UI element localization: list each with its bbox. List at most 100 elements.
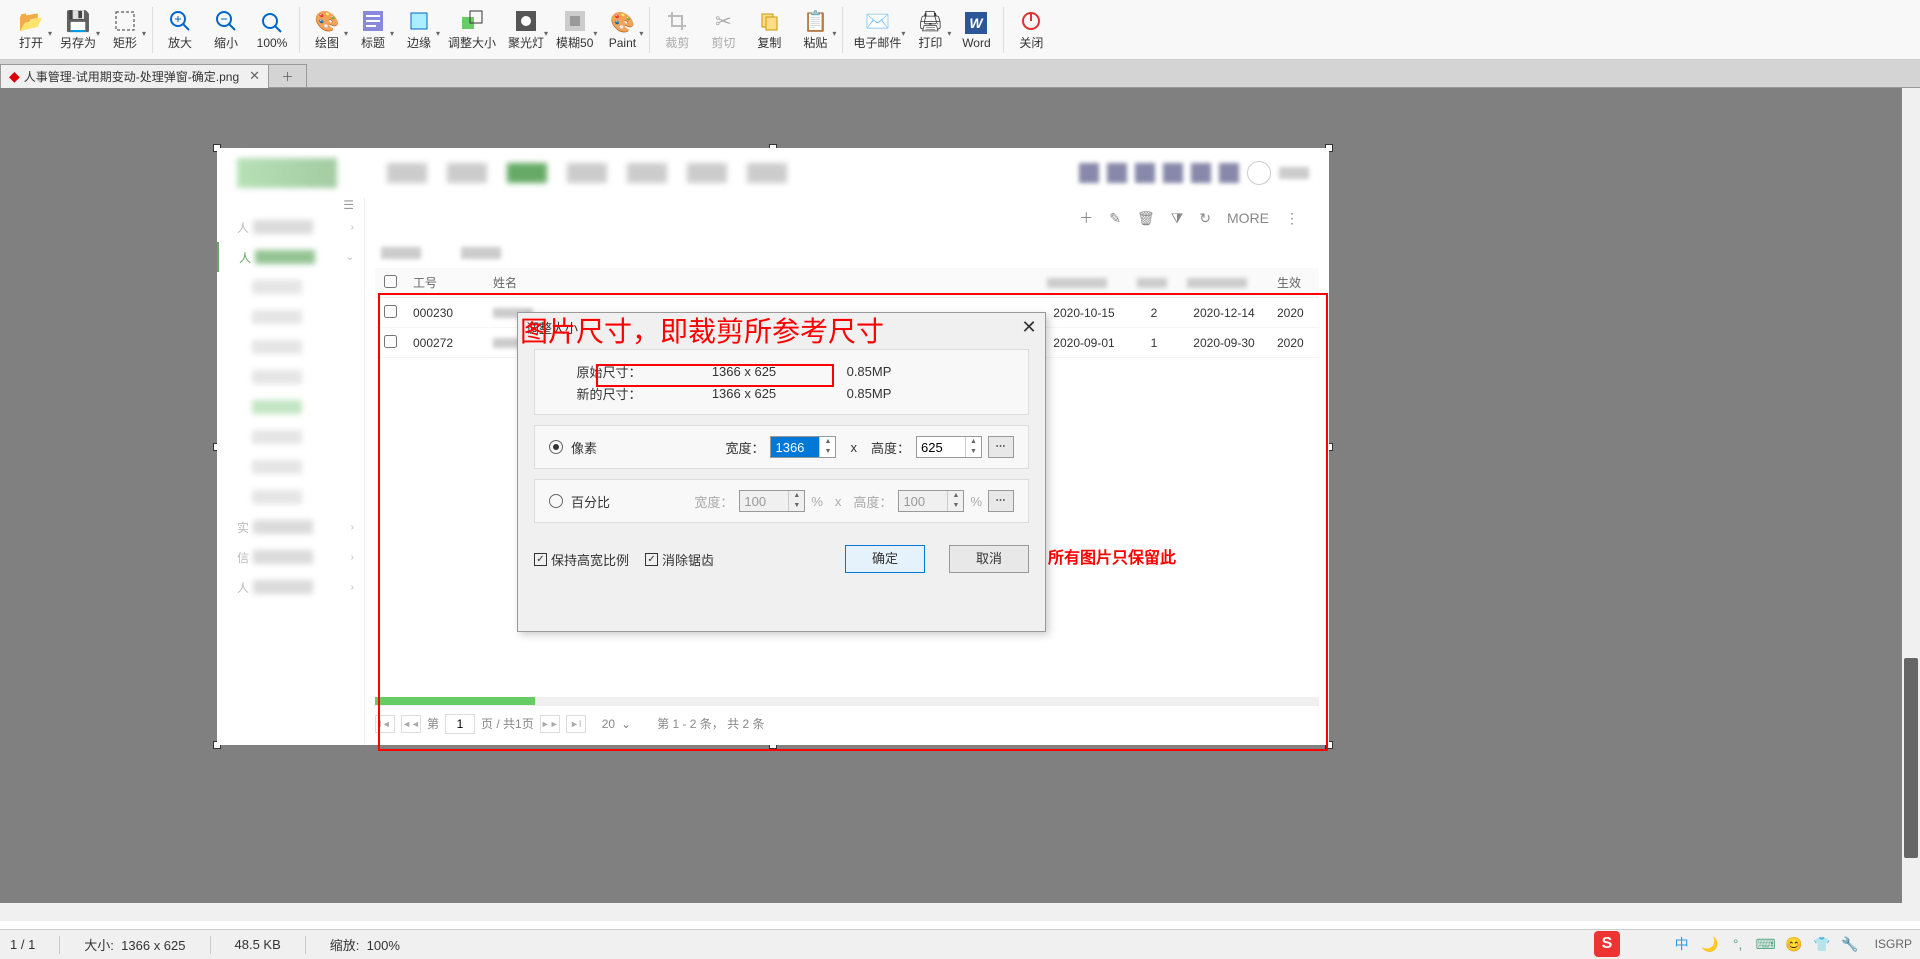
sidebar-item[interactable] xyxy=(217,422,364,452)
paste-button[interactable]: 📋粘贴▾ xyxy=(792,2,838,58)
width-pct-input: ▲▼ xyxy=(739,490,805,512)
table-header: 工号 姓名 生效 xyxy=(375,268,1319,298)
horizontal-scrollbar[interactable] xyxy=(0,903,1902,921)
status-bar: 1 / 1 大小: 1366 x 625 48.5 KB 缩放: 100% xyxy=(0,929,1920,959)
annotation-text-2: 所有图片只保留此 xyxy=(1048,544,1176,568)
keep-ratio-checkbox[interactable]: ✓保持高宽比例 xyxy=(534,550,629,569)
word-button[interactable]: WWord xyxy=(953,2,999,58)
resize-dialog: 调整大小 ✕ 原始尺寸：1366 x 6250.85MP 新的尺寸：1366 x… xyxy=(517,312,1046,632)
percent-radio[interactable] xyxy=(549,494,563,508)
print-button[interactable]: 🖨打印▾ xyxy=(907,2,953,58)
copy-button[interactable]: 复制 xyxy=(746,2,792,58)
save-icon: 💾 xyxy=(65,8,91,34)
rect-button[interactable]: 矩形▾ xyxy=(102,2,148,58)
crop-icon xyxy=(664,8,690,34)
tab-close[interactable]: ✕ xyxy=(249,68,260,84)
page-input[interactable] xyxy=(445,714,475,734)
edge-icon xyxy=(406,8,432,34)
copy-icon xyxy=(756,8,782,34)
spotlight-button[interactable]: 聚光灯▾ xyxy=(502,2,550,58)
dialog-close-button[interactable]: ✕ xyxy=(1019,317,1039,338)
logo xyxy=(237,158,337,188)
sidebar-item[interactable]: 实› xyxy=(217,512,364,542)
printer-icon: 🖨 xyxy=(917,8,943,34)
tray-icon[interactable]: °, xyxy=(1727,933,1749,955)
paint-button[interactable]: 🎨Paint▾ xyxy=(599,2,645,58)
sidebar-item[interactable] xyxy=(217,272,364,302)
ok-button[interactable]: 确定 xyxy=(845,545,925,573)
zoom-out-button[interactable]: 缩小 xyxy=(203,2,249,58)
avatar xyxy=(1247,161,1271,185)
sidebar-item[interactable]: 信› xyxy=(217,542,364,572)
sidebar: ☰ 人› 人⌄ 实› 信› 人› xyxy=(217,198,365,745)
pager-first[interactable]: I◄ xyxy=(375,715,395,733)
magnifier-icon xyxy=(259,10,285,36)
edit-icon[interactable]: ✎ xyxy=(1109,210,1121,227)
tray-moon-icon[interactable]: 🌙 xyxy=(1699,933,1721,955)
ime-icon[interactable]: S xyxy=(1594,931,1620,957)
width-px-input[interactable]: ▲▼ xyxy=(770,436,836,458)
sidebar-item[interactable] xyxy=(217,332,364,362)
email-button[interactable]: ✉️电子邮件▾ xyxy=(847,2,907,58)
clipboard-icon: 📋 xyxy=(802,8,828,34)
canvas-area[interactable]: ☰ 人› 人⌄ 实› 信› 人› ＋ ✎ 🗑 ⧩ xyxy=(0,88,1920,921)
status-zoom: 100% xyxy=(367,938,400,953)
title-icon xyxy=(360,8,386,34)
email-icon: ✉️ xyxy=(864,8,890,34)
refresh-icon[interactable]: ↻ xyxy=(1199,210,1211,227)
close-button[interactable]: 关闭 xyxy=(1008,2,1054,58)
draw-button[interactable]: 🎨绘图▾ xyxy=(304,2,350,58)
system-tray: 中 🌙 °, ⌨ 😊 👕 🔧 ISGRP xyxy=(1663,929,1920,959)
tab-filename: 人事管理-试用期变动-处理弹窗-确定.png xyxy=(24,68,239,85)
tab-bar: ◆ 人事管理-试用期变动-处理弹窗-确定.png ✕ ＋ xyxy=(0,60,1920,88)
annotation-rect-2 xyxy=(596,364,834,387)
save-as-button[interactable]: 💾另存为▾ xyxy=(54,2,102,58)
sidebar-item[interactable]: 人⌄ xyxy=(217,242,364,272)
resize-button[interactable]: 调整大小 xyxy=(442,2,502,58)
zoom-in-button[interactable]: 放大 xyxy=(157,2,203,58)
sidebar-item[interactable] xyxy=(217,302,364,332)
pixel-radio[interactable] xyxy=(549,440,563,454)
vertical-scrollbar[interactable] xyxy=(1902,88,1920,921)
more-px-button[interactable]: ⋯ xyxy=(988,436,1014,458)
open-button[interactable]: 📂打开▾ xyxy=(8,2,54,58)
sidebar-item[interactable] xyxy=(217,392,364,422)
menu-icon[interactable]: ⋮ xyxy=(1285,210,1299,227)
delete-icon[interactable]: 🗑 xyxy=(1137,210,1155,227)
tray-icon[interactable]: 中 xyxy=(1671,933,1693,955)
tray-icon[interactable]: 😊 xyxy=(1783,933,1805,955)
file-tab[interactable]: ◆ 人事管理-试用期变动-处理弹窗-确定.png ✕ xyxy=(0,64,269,88)
more-pct-button[interactable]: ⋯ xyxy=(988,490,1014,512)
title-button[interactable]: 标题▾ xyxy=(350,2,396,58)
pager-prev[interactable]: ◄◄ xyxy=(401,715,421,733)
height-px-input[interactable]: ▲▼ xyxy=(916,436,982,458)
tab-add-button[interactable]: ＋ xyxy=(269,64,307,88)
row-checkbox[interactable] xyxy=(384,335,397,348)
zoom-100-button[interactable]: 100% xyxy=(249,2,295,58)
sidebar-item[interactable]: 人› xyxy=(217,212,364,242)
pager-last[interactable]: ►I xyxy=(566,715,586,733)
spotlight-icon xyxy=(513,8,539,34)
sidebar-item[interactable] xyxy=(217,482,364,512)
pager-next[interactable]: ►► xyxy=(540,715,560,733)
sidebar-item[interactable]: 人› xyxy=(217,572,364,602)
tray-keyboard-icon[interactable]: ⌨ xyxy=(1755,933,1777,955)
scrollbar-thumb[interactable] xyxy=(1904,658,1918,858)
sidebar-item[interactable] xyxy=(217,362,364,392)
select-all-checkbox[interactable] xyxy=(384,275,397,288)
scissors-icon: ✂ xyxy=(710,8,736,34)
blur-button[interactable]: 模糊50▾ xyxy=(550,2,599,58)
cancel-button[interactable]: 取消 xyxy=(949,545,1029,573)
tray-icon[interactable]: 👕 xyxy=(1811,933,1833,955)
tray-settings-icon[interactable]: 🔧 xyxy=(1839,933,1861,955)
zoom-out-icon xyxy=(213,8,239,34)
antialias-checkbox[interactable]: ✓消除锯齿 xyxy=(645,550,714,569)
more-button[interactable]: MORE xyxy=(1227,210,1269,226)
sidebar-item[interactable] xyxy=(217,452,364,482)
zoom-in-icon xyxy=(167,8,193,34)
edge-button[interactable]: 边缘▾ xyxy=(396,2,442,58)
folder-open-icon: 📂 xyxy=(18,8,44,34)
add-icon[interactable]: ＋ xyxy=(1079,208,1093,228)
filter-icon[interactable]: ⧩ xyxy=(1171,210,1184,227)
row-checkbox[interactable] xyxy=(384,305,397,318)
